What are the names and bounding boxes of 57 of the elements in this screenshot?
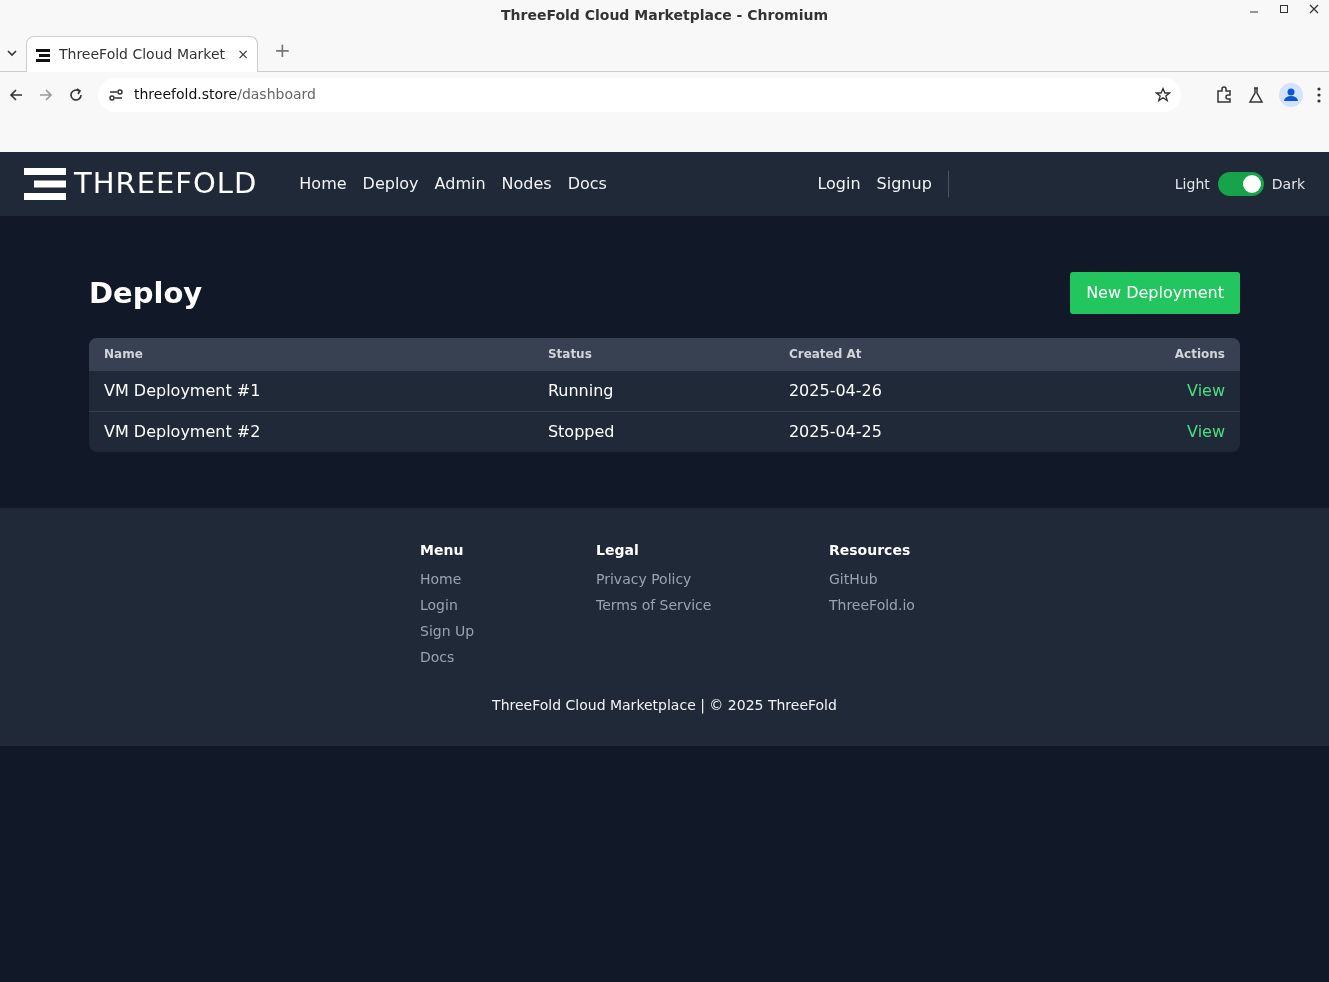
window-title: ThreeFold Cloud Marketplace - Chromium (501, 6, 828, 25)
footer-link[interactable]: Login (420, 595, 458, 616)
column-header: Actions (1174, 346, 1225, 363)
footer-link[interactable]: ThreeFold.io (829, 595, 915, 616)
new-tab-button[interactable]: + (274, 35, 291, 65)
footer-heading: Resources (829, 541, 912, 560)
table-cell-text: 2025-04-26 (788, 380, 882, 402)
table-cell-text: Running (547, 380, 615, 402)
tab-title: ThreeFold Cloud Market (59, 45, 226, 64)
footer-link[interactable]: GitHub (829, 569, 878, 590)
back-icon[interactable] (8, 86, 24, 103)
kebab-menu-icon[interactable] (1317, 86, 1321, 103)
nav-link[interactable]: Nodes (493, 172, 560, 196)
footer-heading: Menu (420, 541, 465, 560)
footer-heading: Legal (596, 541, 640, 560)
nav-link[interactable]: Admin (426, 172, 494, 196)
close-icon[interactable] (1309, 4, 1319, 14)
table-cell-text: VM Deployment #2 (104, 421, 262, 443)
table-cell-text: VM Deployment #1 (104, 380, 262, 402)
footer-link[interactable]: Privacy Policy (596, 569, 692, 590)
browser-tab[interactable]: ThreeFold Cloud Market × (26, 36, 258, 72)
nav-link[interactable]: Deploy (354, 172, 427, 196)
toggle-label: Light (1174, 174, 1210, 194)
url-text: threefold.store/dashboard (134, 85, 317, 104)
puzzle-icon[interactable] (1215, 85, 1233, 104)
nav-link[interactable]: Home (291, 172, 355, 196)
star-icon[interactable] (1155, 86, 1171, 103)
view-link[interactable]: View (1187, 420, 1225, 444)
logo-icon (24, 168, 66, 200)
logo-icon (35, 46, 51, 63)
chevron-down-icon[interactable] (6, 47, 18, 59)
tab-close-button[interactable]: × (237, 44, 249, 65)
logo-text: THREEFOLD (74, 165, 258, 203)
column-header: Status (547, 346, 593, 363)
forward-icon[interactable] (38, 86, 54, 103)
footer-link[interactable]: Sign Up (420, 621, 475, 642)
nav-link[interactable]: Docs (559, 172, 615, 196)
nav-link[interactable]: Login (809, 172, 869, 196)
address-bar[interactable]: threefold.store/dashboard (98, 77, 1181, 112)
footer-link[interactable]: Home (420, 569, 462, 590)
reload-icon[interactable] (68, 86, 84, 103)
toggle-label: Dark (1271, 174, 1305, 194)
column-header: Created At (788, 346, 862, 363)
footer-link[interactable]: Docs (420, 647, 455, 668)
page-title: Deploy (89, 275, 203, 311)
copyright-text: ThreeFold Cloud Marketplace | © 2025 ThreeFold (492, 696, 837, 716)
site-settings-icon (108, 86, 124, 103)
theme-toggle-switch[interactable] (1217, 172, 1264, 196)
view-link[interactable]: View (1187, 379, 1225, 403)
footer-link[interactable]: Terms of Service (596, 595, 712, 616)
table-cell-text: 2025-04-25 (788, 421, 882, 443)
table-cell-text: Stopped (547, 421, 616, 443)
profile-avatar-icon[interactable] (1279, 82, 1303, 107)
flask-icon[interactable] (1247, 85, 1265, 104)
nav-link[interactable]: Signup (868, 172, 940, 196)
maximize-icon[interactable] (1279, 4, 1289, 14)
column-header: Name (104, 346, 144, 363)
